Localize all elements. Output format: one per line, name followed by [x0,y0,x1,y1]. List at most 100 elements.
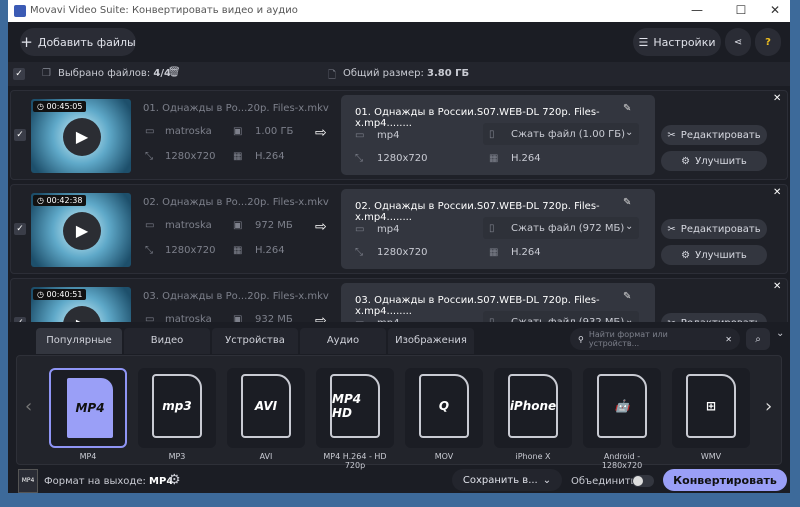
select-all-checkbox[interactable]: ✓ [13,68,25,80]
format-tile[interactable]: mp3 [138,368,216,448]
file-row: ✓ ◷ 00:42:38 ▶ 02. Однажды в Ро...20р. F… [10,184,788,274]
format-label: WMV [700,452,722,461]
rename-pencil-icon[interactable]: ✎ [623,197,631,208]
source-codec: H.264 [255,151,285,162]
compress-icon: ▯ [489,129,495,140]
convert-button[interactable]: Конвертировать [663,469,787,491]
source-resolution: 1280x720 [165,151,216,162]
collapse-icon[interactable]: ⌄ [776,328,784,339]
merge-toggle[interactable] [632,475,654,487]
source-container: matroska [165,220,212,231]
files-icon: ❐ [42,68,51,79]
add-files-button[interactable]: + Добавить файлы [20,28,136,56]
format-tile[interactable]: iPhone [494,368,572,448]
output-format: Формат на выходе: MP4 [44,476,174,487]
format-label: iPhone X [515,452,551,461]
output-codec: H.264 [511,153,541,164]
total-size: Общий размер: 3.80 ГБ [343,68,470,79]
settings-button[interactable]: ☰ Настройки [633,28,721,56]
tab-format-category[interactable]: Аудио [300,328,386,354]
duration-badge: ◷ 00:45:05 [33,101,87,112]
app-window: Movavi Video Suite: Конвертировать видео… [8,0,790,493]
app-icon [14,5,26,17]
format-tile[interactable]: MP4 HD [316,368,394,448]
output-resolution: 1280x720 [377,247,428,258]
compress-dropdown[interactable]: ▯ Сжать файл (972 МБ) ⌄ [483,217,639,239]
tab-format-category[interactable]: Популярные [36,328,122,354]
video-thumbnail[interactable]: ◷ 00:42:38 ▶ [31,193,131,267]
gear-icon[interactable]: ⚙ [168,472,181,488]
clear-search-icon[interactable]: ✕ [725,335,732,344]
compress-icon: ▯ [489,223,495,234]
selected-count: Выбрано файлов: 4/4 [58,68,171,79]
play-icon[interactable]: ▶ [63,118,101,156]
output-codec: H.264 [511,247,541,258]
video-thumbnail[interactable]: ◷ 00:45:05 ▶ [31,99,131,173]
merge-label: Объединить: [571,476,640,487]
format-tile[interactable]: AVI [227,368,305,448]
ai-chip-icon: ⚙ [681,155,691,167]
chevron-down-icon: ⌄ [625,221,634,232]
output-format-icon: MP4 [18,469,38,493]
enhance-button[interactable]: ⚙Улучшить [661,245,767,265]
resolution-icon: ⤡ [145,151,153,162]
format-tile[interactable]: ⊞ [672,368,750,448]
close-button[interactable]: ✕ [760,3,790,17]
rename-pencil-icon[interactable]: ✎ [623,291,631,302]
container-icon: ▭ [145,126,155,137]
resolution-icon: ⤡ [355,153,363,164]
remove-file-icon[interactable]: ✕ [773,187,781,198]
remove-file-icon[interactable]: ✕ [773,281,781,292]
format-panel: Популярные Видео Устройства Аудио Изображени… [8,322,790,493]
format-icon: mp3 [152,374,202,438]
format-grid: ‹ › MP4 MP4 mp3 MP3 AVI AVI MP4 HD MP4 H.26… [16,355,782,470]
source-filename: 03. Однажды в Ро...20р. Files-x.mkv [143,291,329,302]
delete-icon[interactable]: 🗑 [168,67,181,78]
format-icon: Q [419,374,469,438]
chevron-down-icon: ⌄ [542,474,552,486]
convert-arrow-icon: ⇨ [315,125,327,141]
source-container: matroska [165,126,212,137]
format-tile[interactable]: MP4 [49,368,127,448]
compress-dropdown[interactable]: ▯ Сжать файл (1.00 ГБ) ⌄ [483,123,639,145]
format-icon: AVI [241,374,291,438]
file-icon: 🗋 [328,70,337,81]
enhance-button[interactable]: ⚙Улучшить [661,151,767,171]
search-icon: ⚲ [578,334,584,344]
tab-format-category[interactable]: Устройства [212,328,298,354]
rename-pencil-icon[interactable]: ✎ [623,103,631,114]
format-tile[interactable]: Q [405,368,483,448]
play-icon[interactable]: ▶ [63,212,101,250]
format-library-button[interactable]: ⌕ [746,328,770,350]
tab-format-category[interactable]: Изображения [388,328,474,354]
format-label: MP3 [168,452,186,461]
title-bar: Movavi Video Suite: Конвертировать видео… [8,0,790,22]
format-label: AVI [259,452,273,461]
format-label: MOV [434,452,454,461]
format-icon: ⊞ [686,374,736,438]
share-button[interactable]: ⋖ [725,28,751,56]
container-icon: ▭ [355,224,365,235]
scissors-icon: ✂ [667,223,676,235]
source-size: 972 МБ [255,220,293,231]
file-checkbox[interactable]: ✓ [14,223,26,235]
minimize-button[interactable]: — [682,3,712,17]
help-button[interactable]: ? [755,28,781,56]
format-search-input[interactable]: ⚲ Найти формат или устройств... ✕ [570,328,740,350]
edit-button[interactable]: ✂Редактировать [661,219,767,239]
prev-arrow-icon[interactable]: ‹ [25,396,32,417]
file-checkbox[interactable]: ✓ [14,129,26,141]
codec-icon: ▦ [489,247,499,258]
format-label: MP4 [79,452,97,461]
maximize-button[interactable]: ☐ [726,3,756,17]
next-arrow-icon[interactable]: › [765,396,772,417]
format-tile[interactable]: 🤖 [583,368,661,448]
tab-format-category[interactable]: Видео [124,328,210,354]
edit-button[interactable]: ✂Редактировать [661,125,767,145]
codec-icon: ▦ [233,245,243,256]
source-resolution: 1280x720 [165,245,216,256]
remove-file-icon[interactable]: ✕ [773,93,781,104]
save-to-dropdown[interactable]: Сохранить в... ⌄ [452,469,562,491]
output-container: mp4 [377,224,400,235]
scissors-icon: ✂ [667,129,676,141]
